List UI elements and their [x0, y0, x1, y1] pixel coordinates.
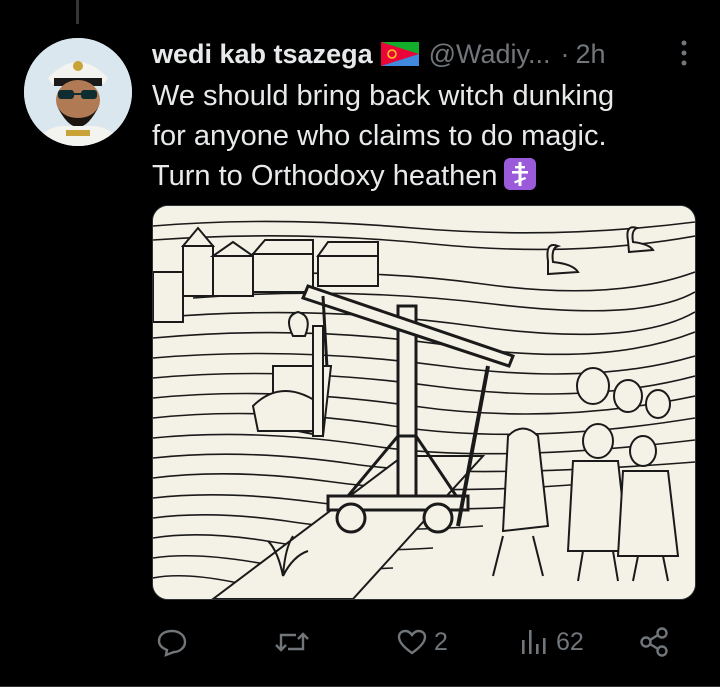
user-handle[interactable]: @Wadiy... [429, 39, 551, 70]
views-count: 62 [556, 627, 584, 656]
tweet-text-line-2: for anyone who claims to do magic. [152, 120, 607, 152]
views-chart-icon [522, 630, 546, 654]
eritrea-flag-icon [380, 42, 419, 66]
display-name[interactable]: wedi kab tsazega [152, 39, 373, 70]
timestamp[interactable]: 2h [576, 39, 606, 70]
tweet-media-image[interactable] [152, 205, 696, 600]
heart-icon [397, 629, 427, 655]
tweet-text-line-3: Turn to Orthodoxy heathen [152, 160, 498, 192]
share-icon [640, 627, 668, 657]
like-button[interactable]: 2 [396, 618, 448, 666]
retweet-icon [275, 632, 309, 652]
separator-dot: · [560, 38, 570, 69]
retweet-button[interactable] [274, 618, 316, 666]
orthodox-cross-icon [503, 158, 536, 190]
reply-button[interactable] [156, 618, 194, 666]
like-count: 2 [434, 627, 448, 656]
avatar[interactable] [24, 38, 132, 146]
tweet-header: wedi kab tsazega @Wadiy... · 2h [152, 36, 696, 72]
reply-icon [157, 629, 187, 657]
views-button[interactable]: 62 [518, 618, 584, 666]
thread-connector-line [76, 0, 79, 24]
share-button[interactable] [638, 618, 670, 666]
tweet-action-bar: 2 62 [152, 618, 692, 666]
tweet-text: We should bring back witch dunking for a… [152, 76, 692, 196]
more-options-icon[interactable] [676, 38, 692, 68]
tweet-text-line-1: We should bring back witch dunking [152, 80, 615, 112]
